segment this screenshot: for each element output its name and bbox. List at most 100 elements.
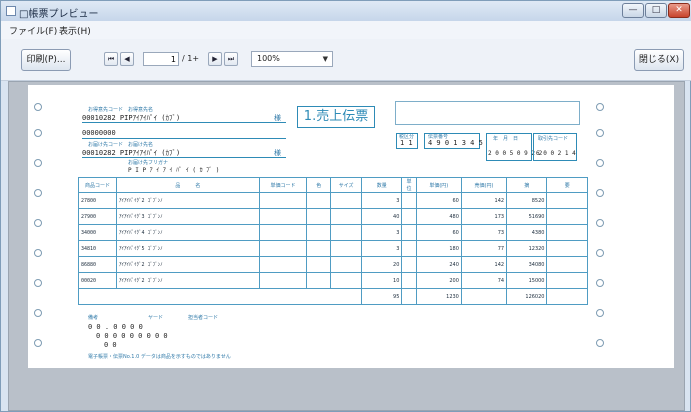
perforation-hole (596, 129, 604, 137)
item-cell (401, 192, 417, 209)
totals-row: 95 1230 126020 (78, 288, 588, 305)
item-cell (401, 240, 417, 257)
maximize-button[interactable]: □ (645, 3, 667, 18)
col-header: サイズ (330, 177, 362, 193)
col-header: 単位 (401, 177, 417, 193)
item-cell (258, 256, 308, 273)
item-cell (306, 240, 332, 257)
window-title: □帳票プレビュー (19, 9, 99, 20)
item-cell (306, 208, 332, 225)
item-unit: 77 (460, 240, 508, 257)
item-qty: 20 (360, 256, 403, 273)
item-code: 34810 (77, 240, 118, 257)
item-qty: 3 (360, 224, 403, 241)
item-cell (401, 288, 417, 305)
item-name: ｱｲｱｲﾊﾟｲｸﾞ2 ｺﾞﾌﾞﾝﾉ (116, 192, 260, 209)
item-cell (546, 240, 588, 257)
item-name: ｱｲｱｲﾊﾟｲｸﾞ2 ｺﾞﾌﾞﾝﾉ (116, 256, 260, 273)
perforation-hole (596, 219, 604, 227)
item-cell (546, 288, 588, 305)
perforation-hole (34, 103, 42, 111)
form-page: 1.売上伝票 お得意先コード お得意先名 00010282 PIPｱｲｱｲﾊﾟｲ… (28, 85, 674, 368)
item-name: ｱｲｱｲﾊﾟｲｸﾞ4 ｺﾞﾌﾞﾝﾉ (116, 224, 260, 241)
prev-page-icon[interactable]: ◀ (120, 52, 134, 66)
table-row: 34000 ｱｲｱｲﾊﾟｲｸﾞ4 ｺﾞﾌﾞﾝﾉ 3 60 73 4380 (77, 224, 588, 241)
totals-spacer (78, 288, 362, 305)
item-unit: 74 (460, 272, 508, 289)
item-price: 240 (415, 256, 462, 273)
trade-label: 取引先コード (538, 136, 569, 142)
item-cell (546, 224, 588, 241)
customer-sub-value: 00000000 (82, 129, 116, 137)
item-name: ｱｲｱｲﾊﾟｲｸﾞ2 ｺﾞﾌﾞﾝﾉ (116, 272, 260, 289)
footer-line-1: 0 0 . 0 0 0 0 (88, 323, 143, 331)
table-row: 86880 ｱｲｱｲﾊﾟｲｸﾞ2 ｺﾞﾌﾞﾝﾉ 20 240 142 34080 (77, 256, 588, 273)
slip-value: 4 9 0 1 3 4 5 (428, 139, 483, 147)
perforation-hole (34, 309, 42, 317)
perforation-hole (596, 189, 604, 197)
form-title: 1.売上伝票 (297, 106, 375, 128)
item-cell (258, 224, 308, 241)
title-bar: □帳票プレビュー — □ ✕ (1, 1, 691, 21)
col-header: 摘 (506, 177, 548, 193)
item-qty: 3 (360, 240, 403, 257)
table-row: 34810 ｱｲｱｲﾊﾟｲｸﾞ5 ｺﾞﾌﾞﾝﾉ 3 180 77 12320 (77, 240, 588, 257)
table-row: 00020 ｱｲｱｲﾊﾟｲｸﾞ2 ｺﾞﾌﾞﾝﾉ 10 200 74 15000 (77, 272, 588, 289)
item-amount: 51690 (506, 208, 548, 225)
perforation-hole (596, 249, 604, 257)
perforation-hole (34, 279, 42, 287)
item-cell (258, 208, 308, 225)
trade-box: 取引先コード 6 0 0 2 1 4 (533, 133, 577, 161)
item-cell (330, 256, 362, 273)
item-cell (401, 224, 417, 241)
footer-line-2: 0 0 0 0 0 0 0 0 0 (96, 332, 168, 340)
stamp-box (395, 101, 580, 125)
next-page-icon[interactable]: ▶ (208, 52, 222, 66)
item-cell (330, 192, 362, 209)
minimize-button[interactable]: — (622, 3, 644, 18)
table-row: 27900 ｱｲｱｲﾊﾟｲｸﾞ3 ｺﾞﾌﾞﾝﾉ 40 480 173 51690 (77, 208, 588, 225)
item-price: 480 (415, 208, 462, 225)
item-cell (546, 256, 588, 273)
item-cell (401, 256, 417, 273)
footer-label-2: ヤード 担当者コード (148, 315, 219, 321)
last-page-icon[interactable]: ⏭ (224, 52, 238, 66)
item-cell (258, 192, 308, 209)
item-cell (306, 256, 332, 273)
close-window-button[interactable]: ✕ (668, 3, 690, 18)
item-code: 00020 (77, 272, 118, 289)
table-header-row: 商品コード 品 名 単価コード 色 サイズ 数量 単位 単価(円) 売価(円) … (77, 177, 588, 193)
perforation-hole (34, 219, 42, 227)
col-header: 要 (546, 177, 588, 193)
perforation-hole (596, 159, 604, 167)
zoom-select[interactable]: 100% ▼ (251, 51, 333, 67)
footer-fineprint: 電子帳票・伝票No.1.0 データは商品を示すものではありません (88, 354, 231, 360)
item-cell (330, 240, 362, 257)
menu-file[interactable]: ファイル(F) (9, 24, 57, 37)
customer-sub-line (82, 138, 286, 139)
item-cell (546, 208, 588, 225)
menu-view[interactable]: 表示(H) (59, 24, 91, 37)
item-cell (330, 272, 362, 289)
close-button[interactable]: 閉じる(X) (634, 49, 684, 71)
perforation-hole (596, 279, 604, 287)
delivery-label: お届け先コード お届け先名 (88, 142, 154, 148)
item-name: ｱｲｱｲﾊﾟｲｸﾞ5 ｺﾞﾌﾞﾝﾉ (116, 240, 260, 257)
print-button[interactable]: 印刷(P)... (21, 49, 71, 71)
page-number-input[interactable] (144, 53, 178, 65)
delivery-line (82, 157, 286, 158)
tax-box: 税区分 1 1 (396, 133, 418, 149)
item-code: 27800 (77, 192, 118, 209)
col-header: 売価(円) (460, 177, 508, 193)
item-unit: 73 (460, 224, 508, 241)
footer-label-1: 備考 (88, 315, 99, 321)
item-price: 180 (415, 240, 462, 257)
item-name: ｱｲｱｲﾊﾟｲｸﾞ3 ｺﾞﾌﾞﾝﾉ (116, 208, 260, 225)
item-qty: 3 (360, 192, 403, 209)
date-box: 年 月 日 2 0 0 5 0 9 2 2 (486, 133, 542, 161)
page-number-box (143, 52, 179, 66)
item-amount: 4380 (506, 224, 548, 241)
perforation-hole (34, 339, 42, 347)
first-page-icon[interactable]: ⏮ (104, 52, 118, 66)
item-price: 60 (415, 224, 462, 241)
